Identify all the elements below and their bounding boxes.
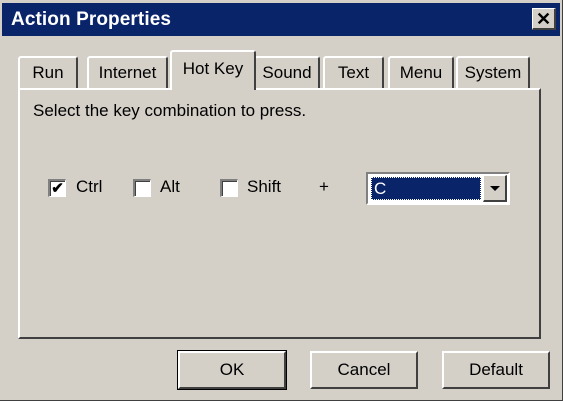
tab-label: Text (337, 63, 370, 82)
key-select-value[interactable]: C (371, 177, 481, 200)
tab-label: Menu (399, 63, 443, 82)
alt-checkbox[interactable] (133, 179, 151, 197)
shift-checkbox[interactable] (220, 179, 238, 197)
cancel-button[interactable]: Cancel (310, 351, 418, 389)
hot-key-panel (18, 88, 541, 339)
ctrl-label[interactable]: Ctrl (76, 177, 102, 197)
tab-system[interactable]: System (456, 56, 530, 88)
tab-sound[interactable]: Sound (254, 56, 320, 88)
ok-button[interactable]: OK (177, 350, 287, 390)
tab-label: Sound (262, 63, 312, 82)
tab-label: Run (32, 63, 64, 82)
tab-label: Hot Key (182, 58, 244, 78)
tab-internet[interactable]: Internet (87, 56, 168, 88)
tab-text[interactable]: Text (323, 56, 384, 88)
ctrl-checkbox[interactable]: ✔ (48, 179, 66, 197)
default-button-label: Default (469, 360, 523, 379)
plus-sign: + (319, 177, 329, 196)
tab-run[interactable]: Run (18, 56, 78, 88)
tab-label: System (464, 63, 522, 82)
title-bar[interactable]: Action Properties ✕ (2, 3, 560, 36)
alt-label[interactable]: Alt (160, 177, 180, 197)
window-title: Action Properties (11, 9, 172, 30)
action-properties-dialog: Action Properties ✕ Run Internet Hot Key… (0, 0, 563, 401)
key-select-dropdown-button[interactable] (483, 175, 507, 202)
tab-hot-key[interactable]: Hot Key (170, 50, 256, 90)
cancel-button-label: Cancel (337, 360, 391, 379)
default-button[interactable]: Default (442, 351, 550, 389)
checkmark-icon: ✔ (51, 180, 64, 197)
tab-menu[interactable]: Menu (388, 56, 454, 88)
close-button[interactable]: ✕ (532, 8, 556, 30)
key-select[interactable]: C (366, 172, 510, 205)
shift-label[interactable]: Shift (247, 177, 281, 197)
close-icon: ✕ (535, 8, 552, 29)
tab-label: Internet (98, 63, 157, 82)
instruction-text: Select the key combination to press. (33, 101, 307, 120)
chevron-down-icon (489, 185, 500, 191)
ok-button-label: OK (219, 360, 245, 379)
